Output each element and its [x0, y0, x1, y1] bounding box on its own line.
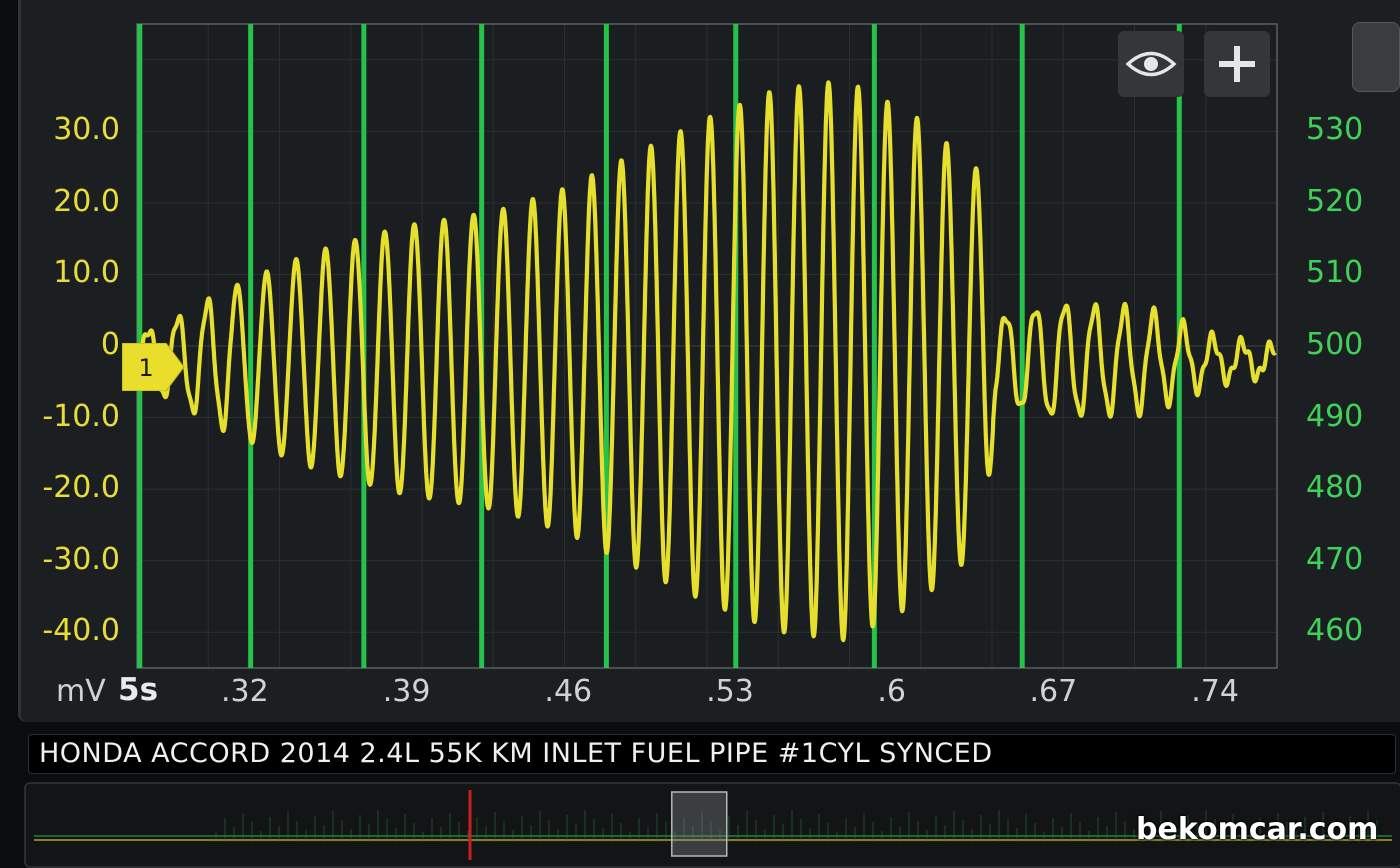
chart-title: HONDA ACCORD 2014 2.4L 55K KM INLET FUEL… [39, 738, 993, 769]
y-tick-left: 0 [100, 327, 120, 362]
y-tick-right: 510 [1306, 255, 1364, 291]
y-tick-left: -10.0 [42, 398, 120, 434]
x-tick: .53 [706, 674, 754, 709]
x-tick: .32 [221, 674, 269, 709]
x-tick: .39 [382, 674, 431, 709]
time-window-label[interactable]: 5s [118, 672, 158, 708]
y-tick-right: 460 [1306, 613, 1364, 649]
eye-icon [1125, 51, 1177, 77]
y-tick-right: 500 [1306, 327, 1364, 362]
plus-icon [1219, 46, 1255, 82]
y-tick-right: 490 [1306, 398, 1364, 434]
x-tick: .6 [877, 674, 906, 709]
panel-handle[interactable] [1352, 22, 1400, 92]
eye-button[interactable] [1118, 31, 1184, 97]
y-tick-left: -30.0 [42, 541, 120, 577]
title-bar[interactable]: HONDA ACCORD 2014 2.4L 55K KM INLET FUEL… [28, 734, 1396, 774]
add-channel-button[interactable] [1204, 31, 1270, 97]
y-tick-right: 470 [1306, 541, 1364, 577]
x-tick: .46 [544, 674, 593, 709]
x-tick: .74 [1191, 674, 1239, 709]
cursor-label: 1 [138, 354, 154, 383]
y-tick-right: 520 [1306, 183, 1364, 219]
watermark: bekomcar.com [1136, 812, 1379, 847]
y-tick-left: -40.0 [42, 613, 120, 649]
overview-window[interactable] [671, 791, 728, 857]
y-tick-left: 30.0 [53, 112, 120, 148]
y-tick-right: 480 [1306, 470, 1364, 506]
unit-label: mV [56, 674, 106, 709]
y-tick-left: 10.0 [53, 255, 120, 291]
y-tick-right: 530 [1306, 112, 1364, 148]
cursor-marker[interactable]: 1 [121, 342, 186, 392]
x-tick: .67 [1029, 674, 1078, 709]
y-tick-left: 20.0 [53, 183, 120, 219]
y-tick-left: -20.0 [42, 470, 120, 506]
